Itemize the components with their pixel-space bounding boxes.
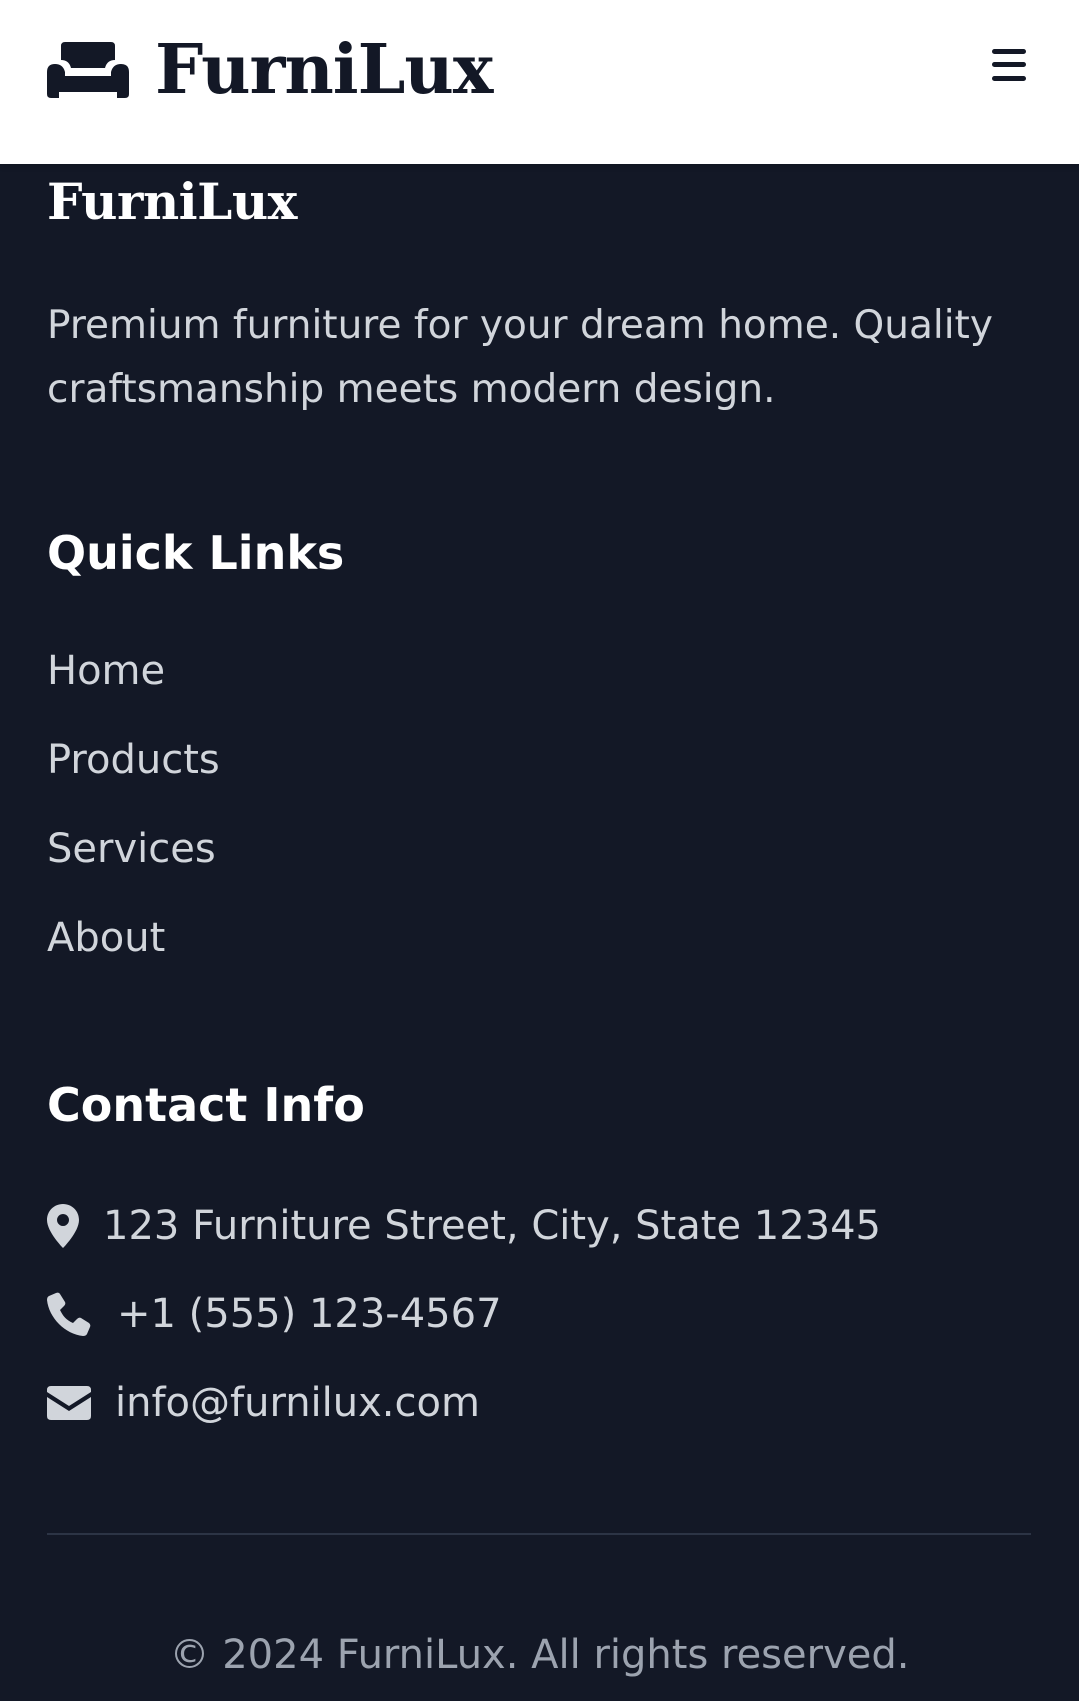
contact-email-text: info@furnilux.com (115, 1380, 480, 1426)
contact-email[interactable]: info@furnilux.com (47, 1375, 480, 1431)
contact-address: 123 Furniture Street, City, State 12345 (47, 1198, 881, 1254)
footer-link-home[interactable]: Home (47, 648, 165, 694)
footer-link-services[interactable]: Services (47, 826, 216, 872)
copyright-text: © 2024 FurniLux. All rights reserved. (169, 1632, 910, 1678)
contact-phone[interactable]: +1 (555) 123-4567 (47, 1286, 502, 1342)
footer-tagline: Premium furniture for your dream home. Q… (47, 303, 993, 412)
logo[interactable]: FurniLux (47, 20, 493, 120)
site-header: FurniLux (0, 0, 1079, 164)
map-marker-icon (47, 1204, 79, 1248)
contact-address-text: 123 Furniture Street, City, State 12345 (103, 1203, 882, 1249)
footer-brand: FurniLux (47, 172, 297, 231)
hamburger-menu-icon (992, 49, 1026, 54)
contact-info-heading: Contact Info (47, 1078, 365, 1132)
quick-links-heading: Quick Links (47, 526, 345, 580)
couch-icon (47, 42, 129, 98)
logo-text: FurniLux (155, 30, 493, 110)
contact-phone-text: +1 (555) 123-4567 (117, 1291, 502, 1337)
footer-link-about[interactable]: About (47, 915, 165, 961)
hamburger-menu-button[interactable] (986, 42, 1032, 88)
envelope-icon (47, 1386, 91, 1420)
phone-icon (47, 1292, 91, 1336)
footer-link-products[interactable]: Products (47, 737, 220, 783)
footer-divider (47, 1533, 1031, 1535)
